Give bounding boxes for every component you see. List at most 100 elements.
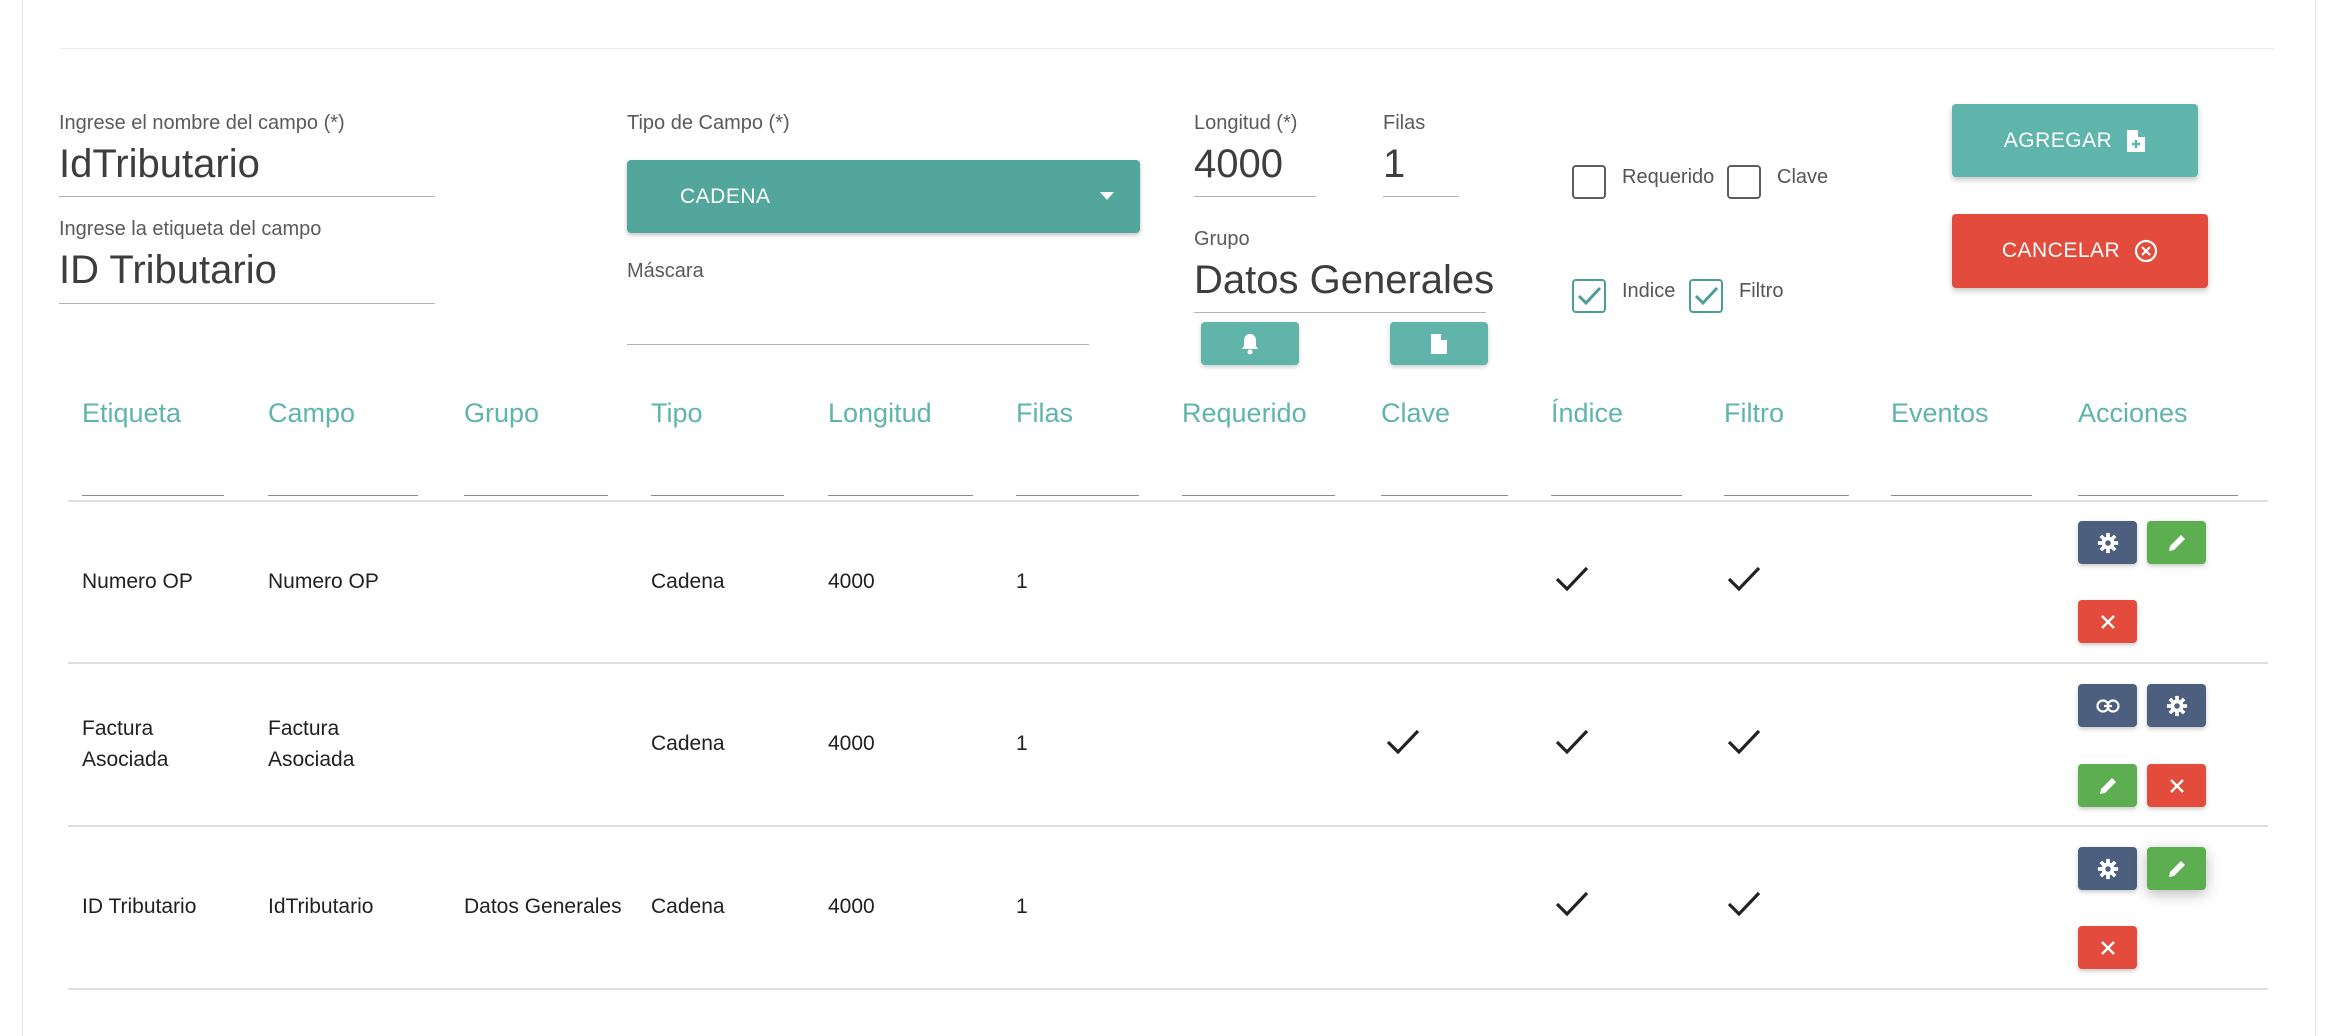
cell-campo: Numero OP <box>268 570 379 593</box>
filter-grupo[interactable] <box>464 495 608 496</box>
pencil-icon <box>2168 534 2185 551</box>
caret-down-icon <box>1100 192 1114 200</box>
row-edit-button[interactable] <box>2147 847 2206 890</box>
filtro-checkbox[interactable] <box>1689 279 1723 313</box>
longitud-label: Longitud (*) <box>1194 112 1298 134</box>
cell-filas: 1 <box>1016 570 1028 593</box>
requerido-label: Requerido <box>1622 166 1715 188</box>
filter-indice[interactable] <box>1551 495 1682 496</box>
check-icon <box>1386 729 1420 755</box>
col-header-requerido[interactable]: Requerido <box>1182 398 1307 429</box>
cell-campo: Factura Asociada <box>268 717 355 771</box>
mascara-underline <box>627 344 1089 345</box>
filter-campo[interactable] <box>268 495 418 496</box>
filter-clave[interactable] <box>1381 495 1508 496</box>
row-divider <box>68 662 2268 664</box>
row-edit-button[interactable] <box>2147 521 2206 564</box>
file-plus-icon <box>2127 129 2146 152</box>
cell-grupo: Datos Generales <box>464 895 622 918</box>
check-icon <box>1727 891 1761 917</box>
filas-input[interactable]: 1 <box>1383 142 1405 187</box>
check-icon <box>1555 566 1589 592</box>
top-divider <box>60 48 2274 49</box>
longitud-input[interactable]: 4000 <box>1194 142 1283 187</box>
row-delete-button[interactable] <box>2147 764 2206 807</box>
row-divider <box>68 500 2268 502</box>
cancelar-button[interactable]: CANCELAR <box>1952 214 2208 288</box>
col-header-etiqueta[interactable]: Etiqueta <box>82 398 181 429</box>
pencil-icon <box>2168 860 2185 877</box>
filter-filas[interactable] <box>1016 495 1139 496</box>
gear-icon <box>2097 858 2118 879</box>
clave-checkbox[interactable] <box>1727 165 1761 199</box>
close-icon <box>2100 940 2115 955</box>
row-delete-button[interactable] <box>2078 926 2137 969</box>
cell-filas: 1 <box>1016 895 1028 918</box>
col-header-indice[interactable]: Índice <box>1551 398 1623 429</box>
tipo-select-value: CADENA <box>680 184 771 208</box>
cell-etiqueta: Numero OP <box>82 570 193 593</box>
nombre-input[interactable]: IdTributario <box>59 142 260 187</box>
cell-filas: 1 <box>1016 732 1028 755</box>
col-header-filas[interactable]: Filas <box>1016 398 1073 429</box>
cell-tipo: Cadena <box>651 732 725 755</box>
cancelar-label: CANCELAR <box>2001 239 2121 262</box>
check-icon <box>1694 286 1719 306</box>
row-settings-button[interactable] <box>2078 521 2137 564</box>
grupo-label: Grupo <box>1194 228 1250 250</box>
filter-longitud[interactable] <box>828 495 973 496</box>
col-header-longitud[interactable]: Longitud <box>828 398 932 429</box>
etiqueta-label: Ingrese la etiqueta del campo <box>59 218 322 240</box>
etiqueta-underline <box>59 303 435 304</box>
indice-checkbox[interactable] <box>1572 279 1606 313</box>
cell-etiqueta: ID Tributario <box>82 895 197 918</box>
requerido-checkbox[interactable] <box>1572 165 1606 199</box>
link-icon <box>2095 698 2120 713</box>
close-icon <box>2169 778 2184 793</box>
cell-longitud: 4000 <box>828 570 875 593</box>
grupo-bell-button[interactable] <box>1201 322 1299 365</box>
close-icon <box>2100 614 2115 629</box>
cell-etiqueta: Factura Asociada <box>82 717 169 771</box>
longitud-underline <box>1194 196 1316 197</box>
cell-campo: IdTributario <box>268 895 374 918</box>
gear-icon <box>2097 532 2118 553</box>
filter-requerido[interactable] <box>1182 495 1335 496</box>
row-delete-button[interactable] <box>2078 600 2137 643</box>
col-header-grupo[interactable]: Grupo <box>464 398 539 429</box>
bell-icon <box>1242 333 1258 354</box>
col-header-eventos[interactable]: Eventos <box>1891 398 1989 429</box>
col-header-filtro[interactable]: Filtro <box>1724 398 1784 429</box>
filter-etiqueta[interactable] <box>82 495 224 496</box>
agregar-label: AGREGAR <box>2003 128 2113 152</box>
cell-tipo: Cadena <box>651 570 725 593</box>
row-edit-button[interactable] <box>2078 764 2137 807</box>
cell-longitud: 4000 <box>828 895 875 918</box>
grupo-file-button[interactable] <box>1390 322 1488 365</box>
grupo-underline <box>1194 312 1486 313</box>
filter-filtro[interactable] <box>1724 495 1849 496</box>
col-header-clave[interactable]: Clave <box>1381 398 1450 429</box>
tipo-select[interactable]: CADENA <box>627 160 1140 233</box>
row-settings-button[interactable] <box>2078 847 2137 890</box>
cell-longitud: 4000 <box>828 732 875 755</box>
row-settings-button[interactable] <box>2147 684 2206 727</box>
filter-tipo[interactable] <box>651 495 784 496</box>
check-icon <box>1727 566 1761 592</box>
grupo-input[interactable]: Datos Generales <box>1194 258 1494 303</box>
check-icon <box>1555 729 1589 755</box>
etiqueta-input[interactable]: ID Tributario <box>59 248 277 293</box>
file-icon <box>1431 333 1447 354</box>
row-link-button[interactable] <box>2078 684 2137 727</box>
filter-eventos[interactable] <box>1891 495 2032 496</box>
col-header-campo[interactable]: Campo <box>268 398 355 429</box>
col-header-acciones[interactable]: Acciones <box>2078 398 2188 429</box>
col-header-tipo[interactable]: Tipo <box>651 398 703 429</box>
clave-label: Clave <box>1777 166 1829 188</box>
filas-underline <box>1383 196 1459 197</box>
filter-acciones[interactable] <box>2078 495 2238 496</box>
check-icon <box>1727 729 1761 755</box>
check-icon <box>1577 286 1602 306</box>
agregar-button[interactable]: AGREGAR <box>1952 104 2198 177</box>
tipo-label: Tipo de Campo (*) <box>627 112 790 134</box>
